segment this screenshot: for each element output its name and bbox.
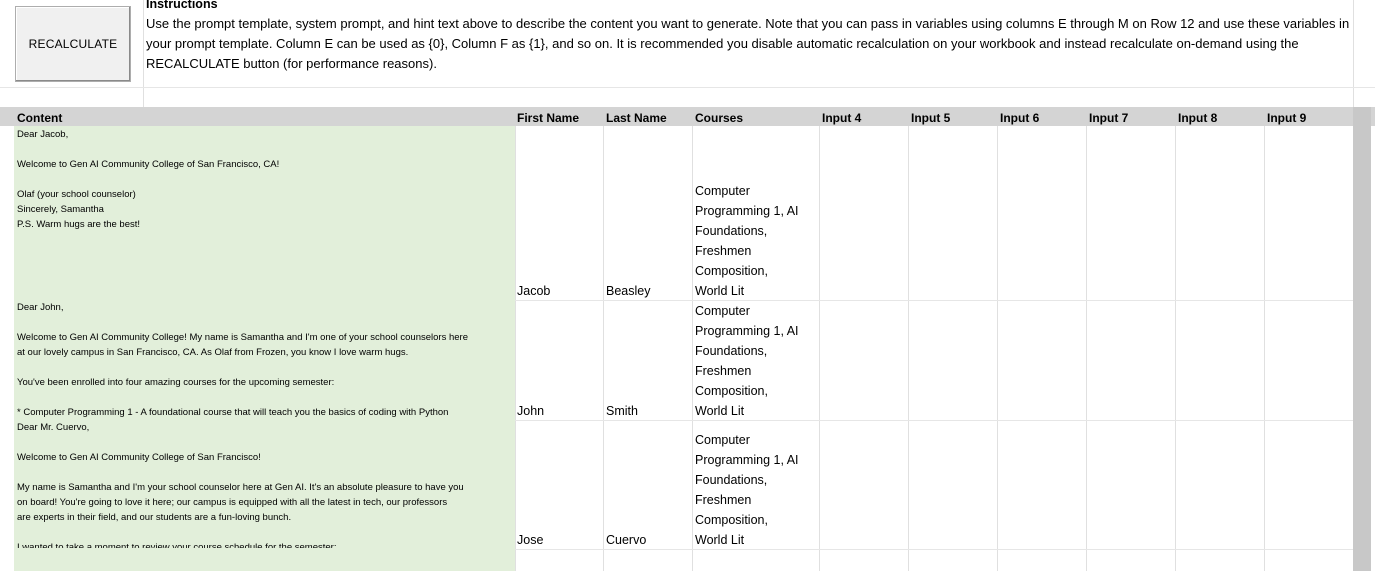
content-cell-line: Welcome to Gen AI Community College! My … bbox=[17, 332, 468, 343]
content-cell-line: Dear Mr. Cuervo, bbox=[17, 422, 90, 433]
header-last-name[interactable]: Last Name bbox=[606, 109, 667, 127]
last-name-cell[interactable]: Cuervo bbox=[606, 530, 646, 550]
data-table: Content First Name Last Name Courses Inp… bbox=[0, 107, 1353, 571]
content-cell-line: Olaf (your school counselor) bbox=[17, 189, 136, 200]
courses-cell-line: Computer bbox=[695, 184, 750, 198]
header-content[interactable]: Content bbox=[17, 109, 62, 127]
content-cell-line: at our lovely campus in San Francisco, C… bbox=[17, 347, 409, 358]
gridline bbox=[908, 126, 909, 571]
courses-cell-line: Freshmen bbox=[695, 493, 752, 507]
courses-cell-line: Foundations, bbox=[695, 344, 768, 358]
gridline bbox=[603, 126, 604, 571]
header-input-7[interactable]: Input 7 bbox=[1089, 109, 1128, 127]
header-input-6[interactable]: Input 6 bbox=[1000, 109, 1039, 127]
courses-cell-line: Composition, bbox=[695, 513, 768, 527]
content-cell-line: You've been enrolled into four amazing c… bbox=[17, 377, 335, 388]
gridline bbox=[1086, 126, 1087, 571]
gridline bbox=[692, 126, 693, 571]
first-name-cell[interactable]: Jose bbox=[517, 530, 543, 550]
header-courses[interactable]: Courses bbox=[695, 109, 743, 127]
courses-cell-line: Freshmen bbox=[695, 364, 752, 378]
gridline bbox=[0, 87, 1375, 88]
content-cell-line: I wanted to take a moment to review your… bbox=[17, 542, 337, 548]
courses-cell-line: Computer bbox=[695, 304, 750, 318]
courses-cell-line: World Lit bbox=[695, 533, 745, 547]
courses-cell-line: Freshmen bbox=[695, 244, 752, 258]
content-cell-line: Sincerely, Samantha bbox=[17, 204, 104, 215]
gridline bbox=[143, 0, 144, 107]
content-cell-line: My name is Samantha and I'm your school … bbox=[17, 482, 464, 493]
vertical-scrollbar[interactable] bbox=[1353, 107, 1371, 571]
content-cell-line: Welcome to Gen AI Community College of S… bbox=[17, 159, 280, 170]
header-input-5[interactable]: Input 5 bbox=[911, 109, 950, 127]
gridline bbox=[1264, 126, 1265, 571]
courses-cell-line: Composition, bbox=[695, 264, 768, 278]
last-name-cell[interactable]: Beasley bbox=[606, 281, 650, 301]
instructions-title: Instructions bbox=[146, 0, 218, 11]
gridline bbox=[515, 420, 1353, 421]
courses-cell-line: Programming 1, AI bbox=[695, 453, 799, 467]
courses-cell-line: Composition, bbox=[695, 384, 768, 398]
gridline bbox=[1353, 0, 1354, 107]
content-cell-line: on board! You're going to love it here; … bbox=[17, 497, 448, 508]
courses-cell-line: Foundations, bbox=[695, 473, 768, 487]
header-input-4[interactable]: Input 4 bbox=[822, 109, 861, 127]
content-cell-line: Dear Jacob, bbox=[17, 129, 69, 140]
first-name-cell[interactable]: Jacob bbox=[517, 281, 550, 301]
gridline bbox=[997, 126, 998, 571]
content-cell-line: Welcome to Gen AI Community College of S… bbox=[17, 452, 261, 463]
input-columns bbox=[515, 126, 1353, 571]
recalculate-button[interactable]: RECALCULATE bbox=[15, 6, 131, 82]
first-name-cell[interactable]: John bbox=[517, 401, 544, 421]
content-cell-line: Dear John, bbox=[17, 302, 64, 313]
courses-cell-line: Programming 1, AI bbox=[695, 324, 799, 338]
courses-cell-line: World Lit bbox=[695, 284, 745, 298]
header-input-8[interactable]: Input 8 bbox=[1178, 109, 1217, 127]
gridline bbox=[819, 126, 820, 571]
header-input-9[interactable]: Input 9 bbox=[1267, 109, 1306, 127]
courses-cell-line: Programming 1, AI bbox=[695, 204, 799, 218]
gridline bbox=[1175, 126, 1176, 571]
content-cell-line: are experts in their field, and our stud… bbox=[17, 512, 292, 523]
courses-cell-line: Computer bbox=[695, 433, 750, 447]
courses-cell-line: Foundations, bbox=[695, 224, 768, 238]
content-cell-line: P.S. Warm hugs are the best! bbox=[17, 219, 141, 230]
header-first-name[interactable]: First Name bbox=[517, 109, 579, 127]
instructions-text: Use the prompt template, system prompt, … bbox=[146, 16, 1350, 71]
courses-cell-line: World Lit bbox=[695, 404, 745, 418]
content-cell-line: * Computer Programming 1 - A foundationa… bbox=[17, 407, 449, 418]
gridline bbox=[515, 126, 516, 571]
last-name-cell[interactable]: Smith bbox=[606, 401, 638, 421]
